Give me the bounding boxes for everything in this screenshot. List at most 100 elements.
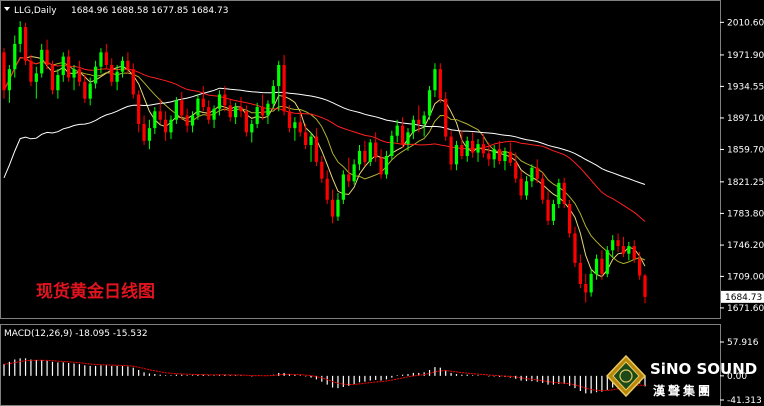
candle-body [169, 119, 173, 133]
candle-body [298, 122, 302, 133]
price-axis: 2010.60 1971.90 1934.55 1897.10 1859.70 1821.… [720, 18, 764, 314]
ma-olive-line [3, 57, 646, 265]
candle-body [471, 140, 475, 153]
candle-body [271, 86, 275, 104]
candle-body [616, 240, 620, 247]
candle-body [309, 136, 313, 145]
candle-body [158, 111, 162, 120]
candle-body [368, 142, 372, 162]
candle-body [411, 119, 415, 133]
candle-body [45, 49, 49, 65]
candle-body [379, 157, 383, 175]
candle-body [174, 100, 178, 120]
candle-body [643, 275, 647, 297]
candle-body [23, 27, 28, 61]
sino-sound-logo: SiNO SOUND 漢聲集團 [605, 354, 757, 398]
candle-body [93, 66, 98, 84]
symbol-label: LLG,Daily [14, 6, 57, 16]
candle-body [320, 161, 324, 179]
candle-body [589, 273, 593, 293]
dropdown-triangle-icon[interactable] [4, 7, 10, 11]
candle-body [503, 151, 507, 161]
candle-body [153, 111, 157, 129]
candle-body [330, 199, 335, 217]
candle-body [541, 178, 545, 200]
candle-body [476, 144, 480, 153]
candle-body [551, 203, 556, 221]
candle-body [260, 107, 265, 116]
candle-body [357, 150, 362, 165]
candle-body [514, 162, 518, 179]
candle-body [600, 258, 604, 274]
candle-body [454, 144, 459, 165]
candle-body [573, 233, 577, 263]
candle-body [239, 107, 243, 112]
candle-body [104, 52, 108, 65]
candle-body [67, 56, 71, 78]
candle-body [524, 181, 529, 196]
candle-body [611, 240, 615, 251]
candle-body [212, 108, 216, 120]
candle-body [433, 69, 437, 91]
candle-body [115, 71, 119, 82]
macd-header: MACD(12,26,9) -18.095 -15.532 [4, 329, 148, 339]
candle-body [287, 111, 292, 129]
candle-body [7, 69, 12, 91]
candle-body [266, 103, 270, 116]
candle-body [578, 262, 582, 284]
candle-body [18, 27, 22, 44]
candle-body [196, 98, 200, 116]
candle-body [234, 107, 238, 118]
price-tick-label: 1971.90 [727, 51, 764, 61]
diamond-logo-icon [605, 354, 647, 398]
candle-body [77, 69, 82, 82]
candle-body [137, 94, 141, 124]
candle-body [277, 64, 281, 87]
candle-body [314, 136, 319, 162]
candle-body [492, 149, 496, 160]
candle-body [341, 174, 345, 200]
candle-body [29, 60, 33, 82]
candle-body [223, 94, 227, 106]
candle-body [363, 150, 367, 162]
candle-body [632, 246, 636, 259]
candle-body [621, 246, 626, 254]
candle-body [163, 119, 168, 133]
price-tick-label: 1859.70 [727, 145, 764, 155]
candle-body [605, 250, 609, 274]
candle-body [336, 199, 340, 217]
candle-body [449, 136, 453, 165]
candle-body [250, 123, 254, 133]
macd-tick-label: -41.313 [727, 396, 762, 406]
candle-body [384, 155, 389, 175]
price-chart: LLG,Daily 1684.96 1688.58 1677.85 1684.7… [0, 0, 764, 406]
candle-body [142, 123, 146, 141]
ma-khaki-line [3, 55, 646, 278]
candle-body [497, 149, 502, 161]
candle-body [325, 178, 329, 200]
candle-body [352, 164, 356, 182]
candle-body [535, 167, 539, 179]
candle-body [131, 69, 135, 95]
candle-body [390, 135, 394, 156]
candle-body [487, 153, 491, 160]
candle-body [557, 182, 561, 204]
candle-body [584, 283, 588, 293]
ohlc-readout: 1684.96 1688.58 1677.85 1684.73 [71, 6, 228, 16]
candle-body [13, 43, 17, 70]
candle-body [255, 107, 259, 124]
candle-body [417, 119, 421, 124]
candle-body [422, 115, 426, 124]
price-tick-label: 1746.20 [727, 241, 764, 251]
candle-body [147, 128, 152, 141]
candle-body [110, 64, 114, 82]
candle-body [190, 115, 195, 126]
candle-body [40, 49, 44, 74]
price-tick-label: 1897.10 [727, 114, 764, 124]
candle-body [185, 115, 189, 126]
price-tick-label: 1783.80 [727, 209, 764, 219]
candle-body [562, 182, 566, 204]
candle-body [293, 122, 297, 129]
candle-body [88, 83, 92, 99]
candle-body [99, 52, 103, 67]
